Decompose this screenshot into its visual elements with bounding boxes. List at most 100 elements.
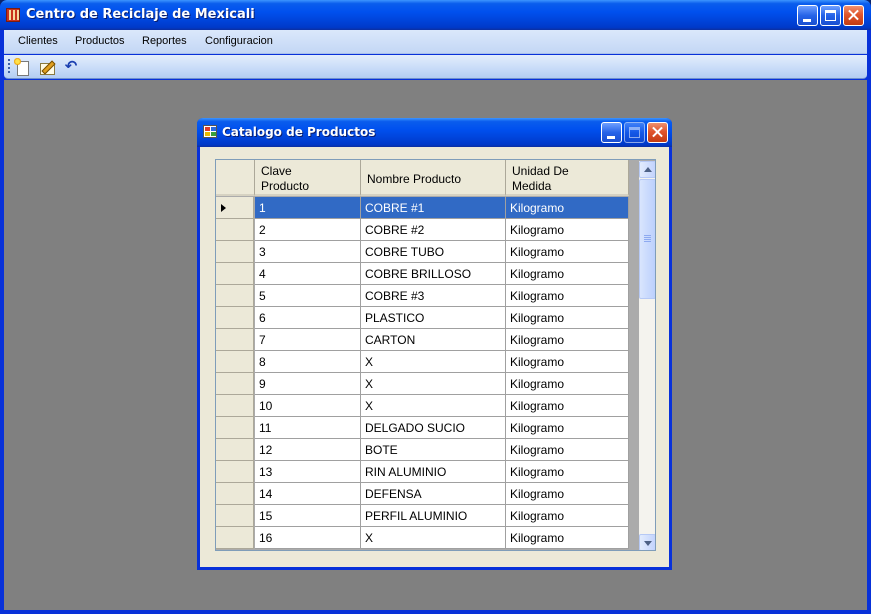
column-header-unidad[interactable]: Unidad De Medida xyxy=(506,160,629,196)
grid-corner-header[interactable] xyxy=(216,160,255,196)
column-header-nombre[interactable]: Nombre Producto xyxy=(361,160,506,196)
cell-unidad[interactable]: Kilogramo xyxy=(506,263,629,285)
cell-nombre[interactable]: X xyxy=(361,373,506,395)
cell-unidad[interactable]: Kilogramo xyxy=(506,527,629,549)
row-header[interactable] xyxy=(216,263,254,285)
main-titlebar[interactable]: Centro de Reciclaje de Mexicali xyxy=(0,0,871,30)
cell-nombre[interactable]: COBRE #3 xyxy=(361,285,506,307)
menu-configuracion[interactable]: Configuracion xyxy=(205,35,273,47)
cell-unidad[interactable]: Kilogramo xyxy=(506,329,629,351)
scroll-down-button[interactable] xyxy=(639,534,655,550)
cell-clave[interactable]: 13 xyxy=(255,461,361,483)
row-header[interactable] xyxy=(216,197,254,219)
cell-unidad[interactable]: Kilogramo xyxy=(506,461,629,483)
row-header[interactable] xyxy=(216,373,254,395)
menu-reportes[interactable]: Reportes xyxy=(142,35,187,47)
scroll-thumb[interactable] xyxy=(639,179,655,299)
cell-unidad[interactable]: Kilogramo xyxy=(506,285,629,307)
form-icon[interactable] xyxy=(203,125,217,138)
catalog-titlebar[interactable]: Catalogo de Productos xyxy=(197,118,672,147)
row-header[interactable] xyxy=(216,461,254,483)
table-row[interactable]: 10 X Kilogramo xyxy=(216,395,629,417)
catalog-maximize-button[interactable] xyxy=(624,122,645,143)
table-row[interactable]: 9 X Kilogramo xyxy=(216,373,629,395)
table-row[interactable]: 2 COBRE #2 Kilogramo xyxy=(216,219,629,241)
cell-unidad[interactable]: Kilogramo xyxy=(506,197,629,219)
cell-clave[interactable]: 15 xyxy=(255,505,361,527)
row-header[interactable] xyxy=(216,285,254,307)
cell-unidad[interactable]: Kilogramo xyxy=(506,307,629,329)
cell-unidad[interactable]: Kilogramo xyxy=(506,351,629,373)
row-header[interactable] xyxy=(216,439,254,461)
cell-clave[interactable]: 1 xyxy=(255,197,361,219)
cell-clave[interactable]: 12 xyxy=(255,439,361,461)
cell-unidad[interactable]: Kilogramo xyxy=(506,241,629,263)
table-row[interactable]: 4 COBRE BRILLOSO Kilogramo xyxy=(216,263,629,285)
table-row[interactable]: 15 PERFIL ALUMINIO Kilogramo xyxy=(216,505,629,527)
cell-unidad[interactable]: Kilogramo xyxy=(506,395,629,417)
cell-clave[interactable]: 6 xyxy=(255,307,361,329)
table-row[interactable]: 11 DELGADO SUCIO Kilogramo xyxy=(216,417,629,439)
cell-unidad[interactable]: Kilogramo xyxy=(506,483,629,505)
row-header[interactable] xyxy=(216,417,254,439)
cell-unidad[interactable]: Kilogramo xyxy=(506,417,629,439)
cell-clave[interactable]: 2 xyxy=(255,219,361,241)
row-header[interactable] xyxy=(216,329,254,351)
table-row[interactable]: 16 X Kilogramo xyxy=(216,527,629,549)
menu-productos[interactable]: Productos xyxy=(75,35,125,47)
cell-nombre[interactable]: DEFENSA xyxy=(361,483,506,505)
cell-nombre[interactable]: COBRE BRILLOSO xyxy=(361,263,506,285)
row-header[interactable] xyxy=(216,241,254,263)
menu-clientes[interactable]: Clientes xyxy=(18,35,58,47)
scroll-up-button[interactable] xyxy=(639,161,655,178)
cell-nombre[interactable]: COBRE TUBO xyxy=(361,241,506,263)
catalog-minimize-button[interactable] xyxy=(601,122,622,143)
close-button[interactable] xyxy=(843,5,864,26)
cell-clave[interactable]: 14 xyxy=(255,483,361,505)
cell-nombre[interactable]: DELGADO SUCIO xyxy=(361,417,506,439)
table-row[interactable]: 13 RIN ALUMINIO Kilogramo xyxy=(216,461,629,483)
new-document-icon[interactable] xyxy=(14,58,32,76)
catalog-close-button[interactable] xyxy=(647,122,668,143)
cell-nombre[interactable]: CARTON xyxy=(361,329,506,351)
cell-nombre[interactable]: COBRE #1 xyxy=(361,197,506,219)
row-header[interactable] xyxy=(216,395,254,417)
cell-nombre[interactable]: BOTE xyxy=(361,439,506,461)
cell-clave[interactable]: 8 xyxy=(255,351,361,373)
cell-clave[interactable]: 11 xyxy=(255,417,361,439)
undo-icon[interactable]: ↶ xyxy=(62,58,80,76)
cell-unidad[interactable]: Kilogramo xyxy=(506,219,629,241)
maximize-button[interactable] xyxy=(820,5,841,26)
cell-nombre[interactable]: X xyxy=(361,395,506,417)
row-header[interactable] xyxy=(216,505,254,527)
cell-clave[interactable]: 16 xyxy=(255,527,361,549)
row-header[interactable] xyxy=(216,483,254,505)
table-row[interactable]: 7 CARTON Kilogramo xyxy=(216,329,629,351)
row-header[interactable] xyxy=(216,527,254,549)
cell-nombre[interactable]: X xyxy=(361,351,506,373)
table-row[interactable]: 12 BOTE Kilogramo xyxy=(216,439,629,461)
cell-unidad[interactable]: Kilogramo xyxy=(506,439,629,461)
cell-nombre[interactable]: PERFIL ALUMINIO xyxy=(361,505,506,527)
cell-clave[interactable]: 7 xyxy=(255,329,361,351)
cell-nombre[interactable]: X xyxy=(361,527,506,549)
vertical-scrollbar[interactable] xyxy=(639,161,655,550)
products-grid[interactable]: Clave Producto Nombre Producto Unidad De… xyxy=(215,159,656,551)
cell-clave[interactable]: 5 xyxy=(255,285,361,307)
cell-nombre[interactable]: COBRE #2 xyxy=(361,219,506,241)
cell-nombre[interactable]: PLASTICO xyxy=(361,307,506,329)
row-header[interactable] xyxy=(216,351,254,373)
cell-clave[interactable]: 4 xyxy=(255,263,361,285)
row-header[interactable] xyxy=(216,307,254,329)
table-row[interactable]: 1 COBRE #1 Kilogramo xyxy=(216,197,629,219)
toolbar-grip[interactable] xyxy=(8,59,10,75)
table-row[interactable]: 6 PLASTICO Kilogramo xyxy=(216,307,629,329)
app-icon[interactable] xyxy=(6,8,20,22)
table-row[interactable]: 8 X Kilogramo xyxy=(216,351,629,373)
row-header[interactable] xyxy=(216,219,254,241)
table-row[interactable]: 3 COBRE TUBO Kilogramo xyxy=(216,241,629,263)
minimize-button[interactable] xyxy=(797,5,818,26)
cell-nombre[interactable]: RIN ALUMINIO xyxy=(361,461,506,483)
table-row[interactable]: 14 DEFENSA Kilogramo xyxy=(216,483,629,505)
cell-unidad[interactable]: Kilogramo xyxy=(506,373,629,395)
